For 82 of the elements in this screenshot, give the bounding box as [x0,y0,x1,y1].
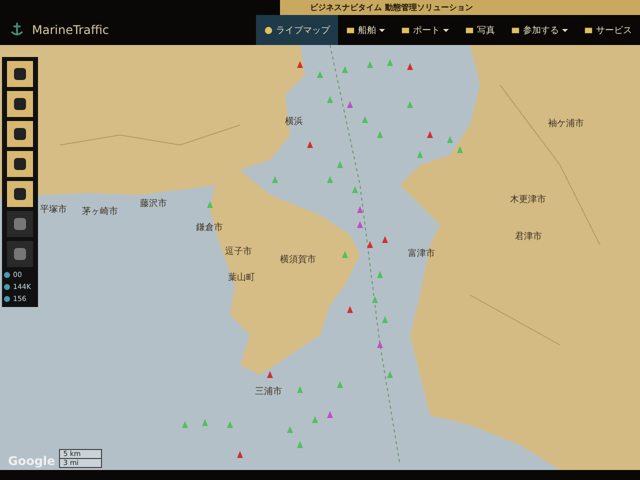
toolbar-button[interactable] [7,91,33,117]
map-drawing[interactable] [0,45,640,470]
ship-icon[interactable] [297,61,303,68]
ship-icon[interactable] [357,206,363,213]
place-label: 三浦市 [255,386,282,398]
ship-icon[interactable] [377,131,383,138]
ship-icon[interactable] [377,341,383,348]
ship-icon[interactable] [297,386,303,393]
nav-icon [511,26,520,34]
place-label: 鎌倉市 [196,222,223,234]
ship-icon[interactable] [387,59,393,66]
place-label: 袖ケ浦市 [548,118,584,130]
ship-icon[interactable] [312,416,318,423]
ship-icon[interactable] [237,451,243,458]
place-label: 木更津市 [510,194,546,206]
tool-icon [14,68,26,80]
ship-icon[interactable] [227,421,233,428]
toolbar-button[interactable] [7,181,33,207]
nav-tab[interactable]: 写真 [457,15,503,45]
nav-icon [465,26,474,34]
ad-banner[interactable]: ビジネスナビタイム 動態管理ソリューション [280,0,640,15]
place-label: 葉山町 [228,272,255,284]
ship-icon[interactable] [382,316,388,323]
place-label: 逗子市 [225,246,252,258]
tool-icon [14,158,26,170]
ship-icon[interactable] [337,381,343,388]
ship-icon[interactable] [367,241,373,248]
tool-icon [14,188,26,200]
ship-icon[interactable] [202,419,208,426]
toolbar-button[interactable] [7,121,33,147]
place-label: 茅ヶ崎市 [82,206,118,218]
nav-tab[interactable]: ライブマップ [256,15,338,45]
ship-icon[interactable] [347,101,353,108]
place-label: 君津市 [515,230,542,243]
ship-icon[interactable] [377,271,383,278]
ship-icon[interactable] [327,176,333,183]
nav-icon [401,26,410,34]
ship-icon[interactable] [267,371,273,378]
ship-icon[interactable] [327,411,333,418]
place-label: 平塚市 [40,204,67,216]
ship-icon[interactable] [317,71,323,78]
ship-icon[interactable] [427,131,433,138]
brand-name[interactable]: MarineTraffic [32,23,110,37]
ship-icon[interactable] [382,236,388,243]
ship-icon[interactable] [182,421,188,428]
nav-icon [264,26,273,34]
place-label: 横浜 [285,116,303,128]
ship-icon[interactable] [297,441,303,448]
toolbar-button[interactable] [7,61,33,87]
ship-icon[interactable] [327,96,333,103]
ship-icon[interactable] [307,141,313,148]
ship-icon[interactable] [337,161,343,168]
ship-icon[interactable] [362,116,368,123]
place-label: 藤沢市 [140,198,167,210]
nav-icon [584,26,593,34]
tool-icon [14,248,26,260]
nav-tab[interactable]: 船舶 [338,15,393,45]
ship-icon[interactable] [342,66,348,73]
ship-icon[interactable] [387,371,393,378]
tool-icon [14,98,26,110]
nav-icon [346,26,355,34]
ship-icon[interactable] [342,251,348,258]
ship-icon[interactable] [417,151,423,158]
nav-tab[interactable]: ポート [393,15,457,45]
place-label: 富津市 [408,248,435,260]
ship-icon[interactable] [272,176,278,183]
map-attribution: Google [8,454,56,468]
tool-icon [14,128,26,140]
ship-icon[interactable] [347,306,353,313]
place-label: 横須賀市 [280,254,316,266]
ship-icon[interactable] [372,296,378,303]
ship-icon[interactable] [207,201,213,208]
tool-icon [14,218,26,230]
ship-icon[interactable] [407,101,413,108]
nav-tab[interactable]: 参加する [503,15,576,45]
ship-icon[interactable] [367,61,373,68]
ship-icon[interactable] [357,221,363,228]
ship-icon[interactable] [287,426,293,433]
toolbar-button[interactable] [7,151,33,177]
nav-tab[interactable]: サービス [576,15,640,45]
ship-icon[interactable] [407,63,413,70]
ship-icon[interactable] [352,186,358,193]
